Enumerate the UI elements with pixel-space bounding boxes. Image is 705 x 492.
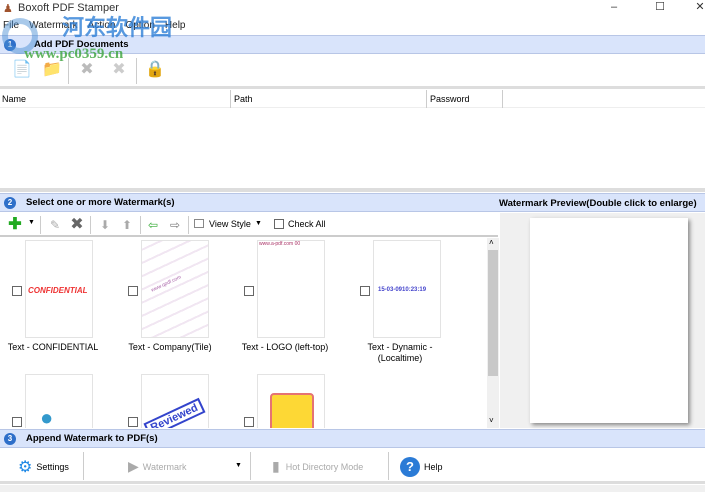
- section-append-header: 3 Append Watermark to PDF(s): [0, 429, 705, 448]
- watermark-label: Text - Company(Tile): [128, 342, 212, 352]
- watermark-thumb[interactable]: Reviewed: [141, 374, 209, 428]
- watermark-checkbox[interactable]: [12, 417, 22, 427]
- watermark-label: Text - Dynamic - (Localtime): [367, 342, 433, 363]
- window-title: Boxoft PDF Stamper: [18, 2, 119, 14]
- remove-icon[interactable]: ✖: [78, 61, 96, 79]
- step-number: 2: [4, 196, 16, 209]
- minimize-button[interactable]: –: [594, 0, 634, 16]
- watermark-checkbox[interactable]: [12, 286, 22, 296]
- section-watermark-header: 2 Select one or more Watermark(s) Waterm…: [0, 193, 705, 212]
- watermark-thumb[interactable]: [257, 374, 325, 428]
- preview-pane[interactable]: [500, 213, 705, 428]
- section-title: Select one or more Watermark(s): [26, 197, 175, 208]
- watermark-label: Text - CONFIDENTIAL: [7, 342, 99, 352]
- settings-button[interactable]: ⚙ Settings: [18, 450, 69, 483]
- menu-action[interactable]: Action: [88, 20, 116, 31]
- folder-icon: ▮: [272, 458, 280, 474]
- watermark-button[interactable]: ▶ Watermark: [128, 450, 186, 483]
- watermark-thumb[interactable]: www.a-pdf.com 00: [257, 240, 325, 338]
- lock-icon[interactable]: 🔒: [145, 61, 165, 79]
- menu-bar: File Watermark Action Option Help: [0, 17, 705, 34]
- section-title: Add PDF Documents: [34, 39, 129, 50]
- watermark-checkbox[interactable]: [128, 417, 138, 427]
- chevron-down-icon[interactable]: ▼: [28, 219, 35, 226]
- menu-help[interactable]: Help: [165, 20, 186, 31]
- chevron-down-icon[interactable]: ▼: [235, 462, 242, 469]
- watermark-thumb[interactable]: ●: [25, 374, 93, 428]
- add-watermark-icon[interactable]: ✚: [6, 216, 24, 234]
- pdf-toolbar: 📄 📁 ✖ ✖ 🔒: [0, 55, 705, 89]
- col-path[interactable]: Path: [234, 94, 253, 104]
- menu-file[interactable]: File: [3, 20, 19, 31]
- watermark-checkbox[interactable]: [128, 286, 138, 296]
- col-name[interactable]: Name: [2, 94, 26, 104]
- edit-icon[interactable]: ✎: [46, 216, 64, 234]
- watermark-checkbox[interactable]: [360, 286, 370, 296]
- scroll-thumb[interactable]: [488, 250, 498, 376]
- menu-option[interactable]: Option: [125, 20, 154, 31]
- col-password[interactable]: Password: [430, 94, 470, 104]
- image-logo-icon: ●: [40, 405, 54, 428]
- menu-watermark[interactable]: Watermark: [29, 20, 78, 31]
- export-icon[interactable]: ⇨: [166, 216, 184, 234]
- watermark-toolbar: ✚ ▼ ✎ ✖ ⬇ ⬆ ⇦ ⇨ View Style ▼ Check All: [0, 213, 498, 237]
- preview-page[interactable]: [530, 218, 688, 423]
- maximize-button[interactable]: ☐: [640, 0, 680, 16]
- check-all-label[interactable]: Check All: [288, 219, 326, 229]
- step-number: 3: [4, 432, 16, 445]
- app-icon: ♟: [3, 3, 13, 15]
- remove-all-icon[interactable]: ✖: [110, 61, 128, 79]
- section-title: Append Watermark to PDF(s): [26, 433, 158, 444]
- move-up-icon[interactable]: ⬆: [118, 216, 136, 234]
- status-bar: [0, 485, 705, 492]
- step-number: 1: [4, 38, 16, 51]
- hot-directory-button[interactable]: ▮ Hot Directory Mode: [272, 450, 363, 483]
- help-button[interactable]: ? Help: [400, 450, 443, 483]
- watermark-checkbox[interactable]: [244, 286, 254, 296]
- title-bar: ♟ Boxoft PDF Stamper – ☐ ✕: [0, 0, 705, 17]
- delete-icon[interactable]: ✖: [68, 216, 86, 234]
- watermark-checkbox[interactable]: [244, 417, 254, 427]
- watermark-grid: CONFIDENTIAL Text - CONFIDENTIAL www.qpd…: [0, 238, 499, 428]
- add-folder-icon[interactable]: 📁: [42, 61, 62, 79]
- view-style-icon[interactable]: [194, 219, 204, 228]
- check-all-checkbox[interactable]: [274, 219, 284, 229]
- chevron-down-icon[interactable]: ▼: [255, 220, 262, 227]
- help-icon: ?: [400, 456, 420, 477]
- scroll-up-icon: ˄: [489, 238, 494, 247]
- watermark-label: Text - LOGO (left-top): [241, 342, 329, 352]
- view-style-button[interactable]: View Style: [209, 219, 251, 229]
- gear-icon: ⚙: [18, 458, 33, 476]
- pdf-table-header: Name Path Password: [0, 90, 705, 108]
- scrollbar[interactable]: ˄ ˅: [487, 238, 499, 428]
- play-icon: ▶: [128, 458, 139, 474]
- scroll-down-icon: ˅: [489, 416, 494, 425]
- watermark-thumb[interactable]: www.qpdf.com: [141, 240, 209, 338]
- import-icon[interactable]: ⇦: [144, 216, 162, 234]
- section-add-pdf-header: 1 Add PDF Documents: [0, 35, 705, 54]
- watermark-thumb[interactable]: CONFIDENTIAL: [25, 240, 93, 338]
- add-pdf-icon[interactable]: 📄: [12, 61, 32, 79]
- move-down-icon[interactable]: ⬇: [96, 216, 114, 234]
- watermark-thumb[interactable]: 15-03-0910:23:19: [373, 240, 441, 338]
- close-button[interactable]: ✕: [680, 0, 705, 16]
- preview-title: Watermark Preview(Double click to enlarg…: [499, 198, 697, 209]
